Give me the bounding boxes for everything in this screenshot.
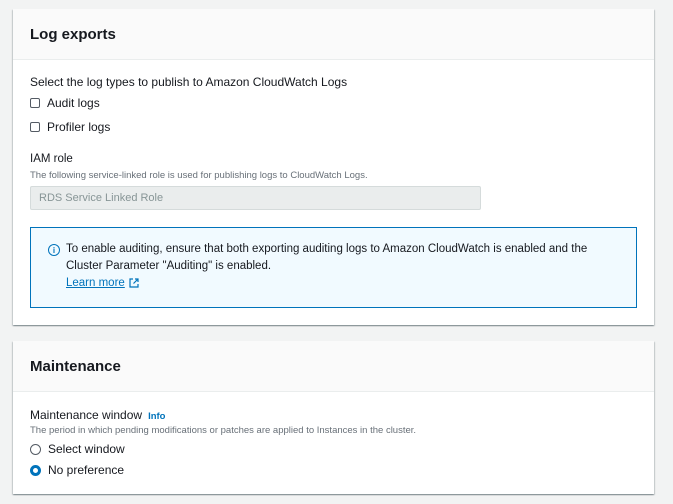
iam-role-field: RDS Service Linked Role — [30, 186, 481, 210]
info-icon: i — [48, 244, 60, 256]
log-exports-panel: Log exports Select the log types to publ… — [13, 9, 654, 325]
select-window-radio[interactable] — [30, 443, 41, 455]
profiler-logs-checkbox[interactable] — [30, 122, 40, 132]
maintenance-panel: Maintenance Maintenance window Info The … — [13, 341, 654, 494]
select-window-label[interactable]: Select window — [48, 442, 125, 456]
external-link-icon — [129, 278, 139, 288]
auditing-info-alert: i To enable auditing, ensure that both e… — [30, 227, 637, 308]
log-exports-header: Log exports — [13, 9, 654, 60]
iam-role-description: The following service-linked role is use… — [30, 170, 368, 181]
maintenance-window-description: The period in which pending modification… — [30, 425, 417, 436]
alert-message: To enable auditing, ensure that both exp… — [66, 243, 588, 272]
maintenance-window-label: Maintenance window — [30, 408, 143, 422]
maintenance-header: Maintenance — [13, 341, 654, 392]
maintenance-title: Maintenance — [30, 357, 121, 375]
info-link[interactable]: Info — [148, 411, 165, 422]
iam-role-label: IAM role — [30, 153, 73, 165]
log-types-label: Select the log types to publish to Amazo… — [30, 75, 348, 89]
no-preference-option[interactable]: No preference — [30, 463, 124, 477]
log-exports-title: Log exports — [30, 25, 116, 43]
no-preference-radio[interactable] — [30, 464, 41, 476]
audit-logs-label[interactable]: Audit logs — [47, 96, 100, 110]
profiler-logs-option[interactable]: Profiler logs — [30, 120, 110, 134]
audit-logs-checkbox[interactable] — [30, 98, 40, 108]
audit-logs-option[interactable]: Audit logs — [30, 96, 100, 110]
learn-more-label[interactable]: Learn more — [66, 277, 125, 289]
learn-more-link[interactable]: Learn more — [66, 277, 139, 289]
select-window-option[interactable]: Select window — [30, 442, 125, 456]
maintenance-window-label-row: Maintenance window Info — [30, 408, 166, 422]
profiler-logs-label[interactable]: Profiler logs — [47, 120, 110, 134]
no-preference-label[interactable]: No preference — [48, 463, 124, 477]
